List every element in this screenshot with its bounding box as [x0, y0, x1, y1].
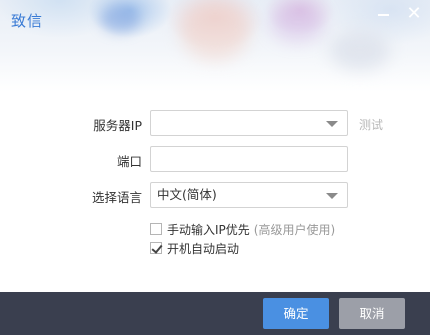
- server-ip-label: 服务器IP: [93, 118, 142, 133]
- chevron-down-icon[interactable]: [326, 121, 338, 127]
- auto-start-option[interactable]: 开机自动启动: [150, 240, 239, 256]
- manual-ip-label: 手动输入IP优先: [167, 222, 250, 237]
- close-icon: ✕: [406, 3, 422, 24]
- cancel-button[interactable]: 取消: [339, 298, 405, 329]
- language-select[interactable]: 中文(简体): [150, 182, 348, 208]
- minimize-icon: [378, 14, 389, 16]
- banner-decoration: [100, 5, 140, 33]
- ok-button[interactable]: 确定: [263, 298, 329, 329]
- banner-decoration: [180, 0, 250, 60]
- banner-decoration: [330, 30, 390, 70]
- dialog-footer: 确定 取消: [0, 292, 430, 335]
- server-ip-combobox[interactable]: [150, 110, 348, 136]
- login-settings-dialog: 致信 ✕ 服务器IP 测试 端口 选择语言 中文(简体) 手动输入IP优先 (高…: [0, 0, 430, 335]
- close-button[interactable]: ✕: [403, 4, 425, 24]
- minimize-button[interactable]: [372, 4, 394, 24]
- manual-ip-note: (高级用户使用): [253, 222, 336, 237]
- port-label: 端口: [116, 154, 142, 169]
- manual-ip-checkbox[interactable]: [150, 223, 162, 235]
- language-label: 选择语言: [91, 190, 142, 205]
- auto-start-checkbox[interactable]: [150, 242, 162, 254]
- chevron-down-icon[interactable]: [326, 193, 338, 199]
- port-input[interactable]: [150, 146, 348, 172]
- auto-start-label: 开机自动启动: [167, 241, 240, 256]
- window-title: 致信: [11, 12, 44, 30]
- language-selected-value: 中文(简体): [157, 187, 217, 202]
- test-connection-link[interactable]: 测试: [359, 116, 383, 133]
- banner-decoration: [270, 2, 325, 42]
- manual-ip-option[interactable]: 手动输入IP优先 (高级用户使用): [150, 221, 335, 237]
- header-banner: [0, 0, 430, 92]
